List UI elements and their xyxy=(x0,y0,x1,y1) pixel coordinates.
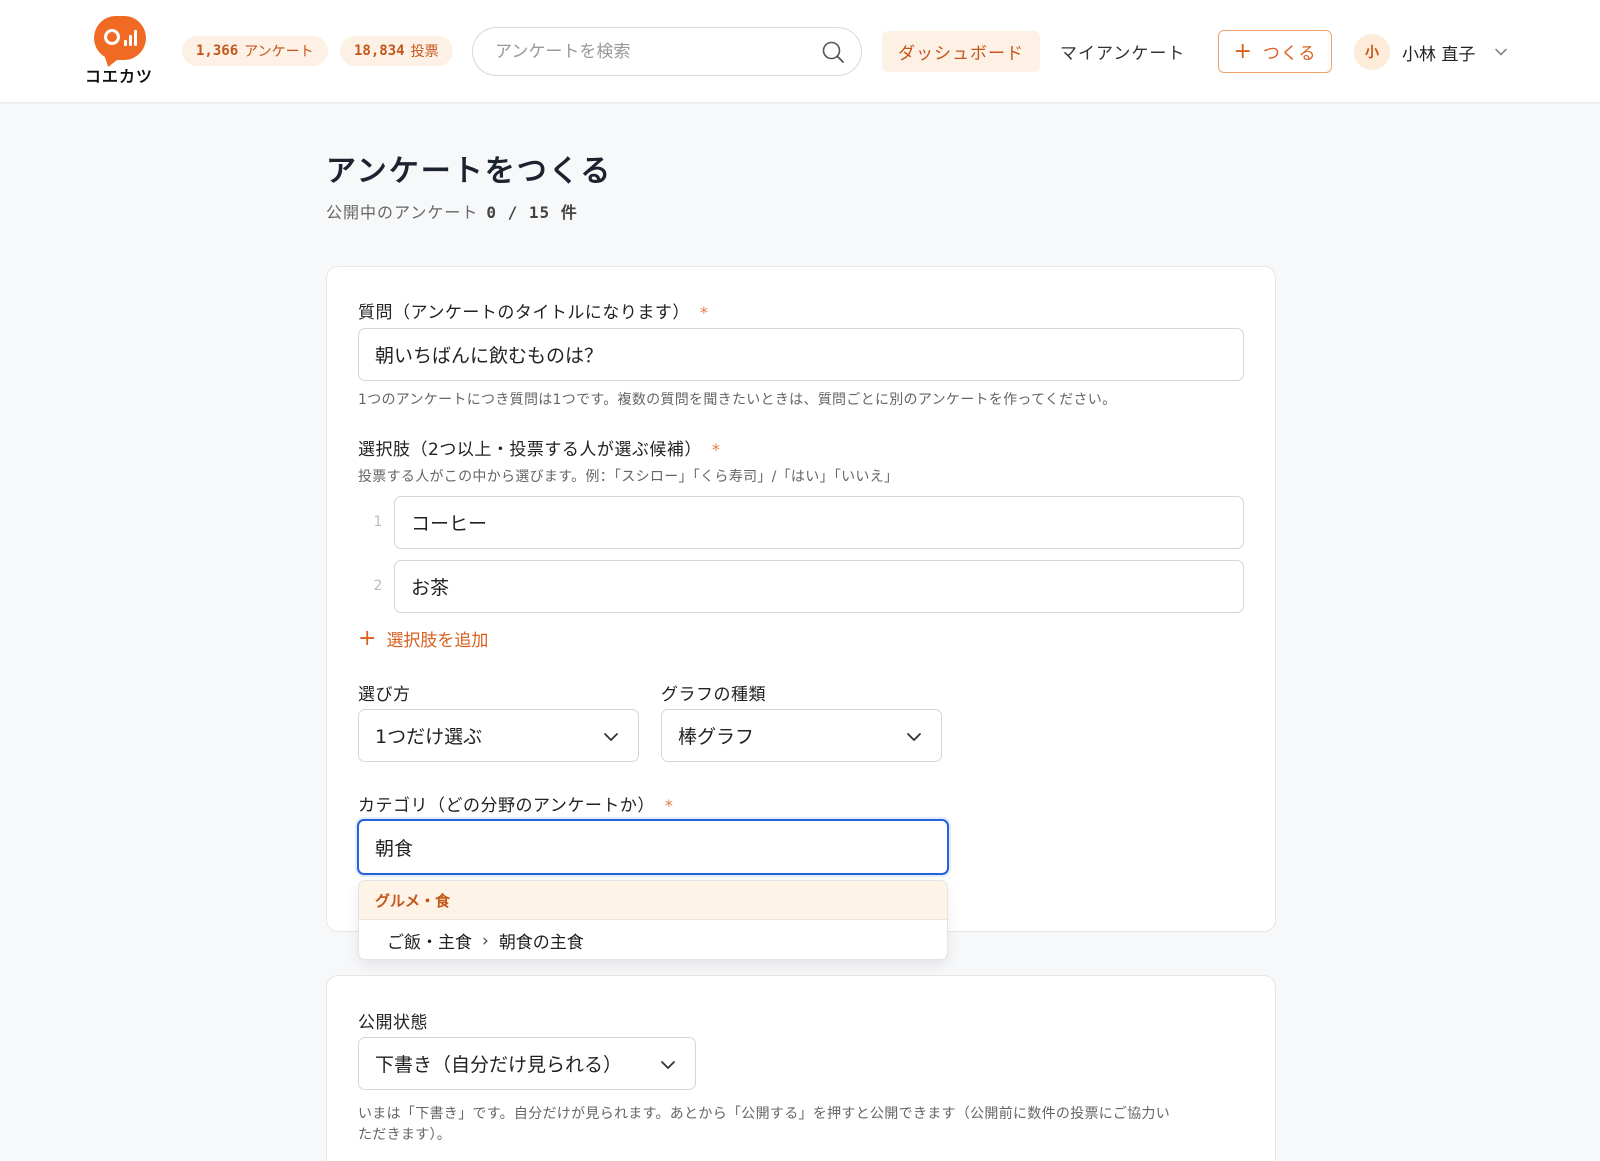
avatar[interactable]: 小 xyxy=(1354,34,1390,70)
chart-type-select[interactable]: 棒グラフ xyxy=(661,709,942,762)
category-label: カテゴリ（どの分野のアンケートか） * xyxy=(358,791,673,816)
search-box xyxy=(472,27,862,76)
logo-wordmark: コエカツ xyxy=(84,67,153,86)
selection-mode-value: 1つだけ選ぶ xyxy=(375,726,483,748)
required-mark: * xyxy=(699,303,709,322)
chevron-down-icon xyxy=(604,733,618,741)
suggestion-child: 朝食の主食 xyxy=(498,933,584,953)
votes-count-badge: 18,834 投票 xyxy=(340,36,453,66)
question-field xyxy=(358,328,1244,381)
category-label-text: カテゴリ（どの分野のアンケートか） xyxy=(358,796,655,816)
choices-hint: 投票する人がこの中から選びます。例：「スシロー」「くら寿司」/「はい」「いいえ」 xyxy=(358,469,899,485)
nav-my-surveys[interactable]: マイアンケート xyxy=(1060,31,1185,72)
required-mark: * xyxy=(664,796,674,815)
surveys-count-badge: 1,366 アンケート xyxy=(182,36,328,66)
choice-field xyxy=(394,496,1244,549)
visibility-hint-line1: いまは「下書き」です。自分だけが見られます。あとから「公開する」を押すと公開でき… xyxy=(358,1106,1171,1122)
choices-label-text: 選択肢（2つ以上・投票する人が選ぶ候補） xyxy=(358,440,702,460)
plus-icon: + xyxy=(358,625,377,651)
visibility-hint-line2: ただきます）。 xyxy=(358,1127,452,1143)
plus-icon: + xyxy=(1233,38,1253,64)
selection-mode-label: 選び方 xyxy=(358,685,411,705)
suggestion-item[interactable]: ご飯・主食 › 朝食の主食 xyxy=(359,920,947,959)
choice-number: 2 xyxy=(373,578,383,594)
app-logo[interactable]: コエカツ xyxy=(84,16,154,86)
search-input[interactable] xyxy=(495,39,795,65)
logo-bars-icon xyxy=(124,29,137,46)
visibility-select[interactable]: 下書き（自分だけ見られる） xyxy=(358,1037,696,1090)
category-suggestions: グルメ・食 ご飯・主食 › 朝食の主食 xyxy=(358,880,948,960)
choices-label: 選択肢（2つ以上・投票する人が選ぶ候補） * xyxy=(358,435,720,460)
nav-dashboard[interactable]: ダッシュボード xyxy=(882,31,1040,72)
breadcrumb-separator: › xyxy=(482,930,489,951)
choice-input-1[interactable] xyxy=(411,497,1227,548)
published-label: 公開中のアンケート xyxy=(326,203,479,222)
create-button[interactable]: + つくる xyxy=(1218,30,1332,73)
suggestion-parent: ご飯・主食 xyxy=(387,933,472,953)
suggestion-group-header: グルメ・食 xyxy=(359,881,947,920)
question-label-text: 質問（アンケートのタイトルになります） xyxy=(358,303,690,323)
selection-mode-select[interactable]: 1つだけ選ぶ xyxy=(358,709,639,762)
question-label: 質問（アンケートのタイトルになります） * xyxy=(358,298,708,323)
votes-count: 18,834 xyxy=(354,43,405,59)
chevron-down-icon xyxy=(907,733,921,741)
question-input[interactable] xyxy=(375,329,1227,380)
chevron-down-icon xyxy=(661,1061,675,1069)
votes-count-label: 投票 xyxy=(410,44,439,60)
category-field xyxy=(357,819,949,875)
published-count-line: 公開中のアンケート 0 / 15 件 xyxy=(326,199,578,223)
visibility-label: 公開状態 xyxy=(358,1013,428,1033)
user-name[interactable]: 小林 直子 xyxy=(1402,40,1475,65)
logo-ring-icon xyxy=(104,29,120,45)
add-choice-label: 選択肢を追加 xyxy=(386,631,489,651)
chart-type-label: グラフの種類 xyxy=(661,685,766,705)
published-count: 0 / 15 件 xyxy=(486,203,578,222)
logo-bubble-icon xyxy=(94,16,146,60)
question-hint: 1つのアンケートにつき質問は1つです。複数の質問を聞きたいときは、質問ごとに別の… xyxy=(358,392,1117,408)
chevron-down-icon[interactable] xyxy=(1493,44,1509,60)
category-input[interactable] xyxy=(375,821,931,873)
choice-input-2[interactable] xyxy=(411,561,1227,612)
choice-number: 1 xyxy=(373,514,383,530)
required-mark: * xyxy=(711,440,721,459)
surveys-count-label: アンケート xyxy=(244,44,314,60)
choice-field xyxy=(394,560,1244,613)
add-choice-button[interactable]: + 選択肢を追加 xyxy=(358,626,488,651)
create-button-label: つくる xyxy=(1262,44,1317,64)
chart-type-value: 棒グラフ xyxy=(678,726,755,748)
search-icon[interactable] xyxy=(821,40,845,64)
top-header: コエカツ 1,366 アンケート 18,834 投票 ダッシュボード マイアンケ… xyxy=(0,0,1600,103)
visibility-value: 下書き（自分だけ見られる） xyxy=(375,1054,623,1076)
surveys-count: 1,366 xyxy=(196,43,239,59)
page-title: アンケートをつくる xyxy=(326,154,613,189)
